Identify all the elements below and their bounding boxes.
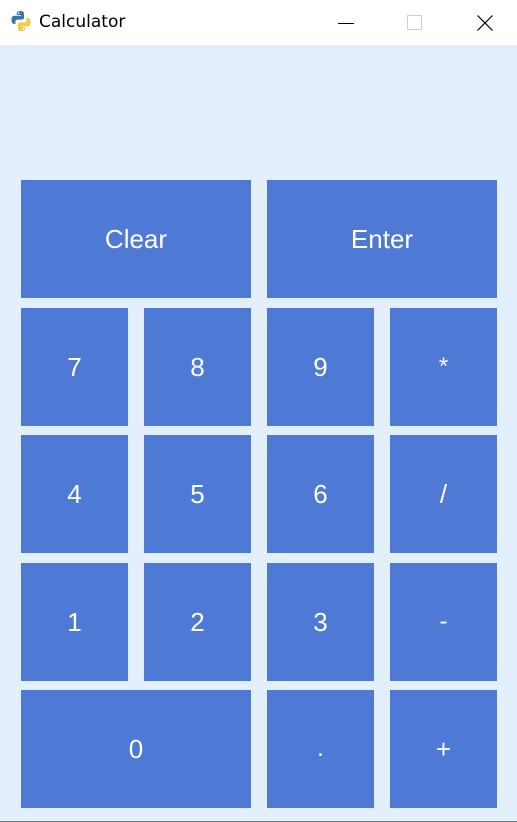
calculator-window: Calculator Clear Enter 7 8 9 * 4 5 6 / 1…	[0, 0, 517, 822]
digit-8-button[interactable]: 8	[144, 308, 251, 426]
digit-5-button[interactable]: 5	[144, 435, 251, 553]
digit-7-button[interactable]: 7	[21, 308, 128, 426]
multiply-button[interactable]: *	[390, 308, 497, 426]
digit-3-label: 3	[313, 606, 328, 637]
multiply-label: *	[438, 353, 449, 380]
digit-9-label: 9	[313, 351, 328, 382]
title-bar: Calculator	[0, 0, 517, 45]
add-label: +	[435, 733, 452, 764]
digit-9-button[interactable]: 9	[267, 308, 374, 426]
decimal-label: .	[317, 735, 324, 762]
digit-4-button[interactable]: 4	[21, 435, 128, 553]
subtract-label: -	[439, 608, 448, 635]
close-icon	[477, 14, 493, 31]
digit-1-button[interactable]: 1	[21, 563, 128, 681]
divide-label: /	[439, 478, 448, 509]
decimal-button[interactable]: .	[267, 690, 374, 808]
digit-0-label: 0	[128, 733, 144, 764]
digit-2-label: 2	[190, 606, 205, 637]
digit-2-button[interactable]: 2	[144, 563, 251, 681]
window-title: Calculator	[39, 12, 126, 32]
close-button[interactable]	[462, 0, 508, 45]
minimize-icon	[338, 22, 354, 24]
digit-0-button[interactable]: 0	[21, 690, 251, 808]
digit-4-label: 4	[67, 478, 82, 509]
enter-button[interactable]: Enter	[267, 180, 497, 298]
digit-8-label: 8	[190, 351, 205, 382]
divide-button[interactable]: /	[390, 435, 497, 553]
enter-label: Enter	[350, 223, 414, 254]
python-logo-icon	[11, 11, 31, 31]
clear-label: Clear	[104, 223, 168, 254]
maximize-icon	[407, 14, 422, 30]
digit-6-button[interactable]: 6	[267, 435, 374, 553]
add-button[interactable]: +	[390, 690, 497, 808]
minimize-button[interactable]	[323, 0, 369, 45]
digit-5-label: 5	[190, 478, 205, 509]
digit-6-label: 6	[313, 478, 328, 509]
clear-button[interactable]: Clear	[21, 180, 251, 298]
maximize-button[interactable]	[392, 0, 438, 45]
digit-1-label: 1	[67, 606, 82, 637]
subtract-button[interactable]: -	[390, 563, 497, 681]
calculator-display	[20, 60, 497, 160]
digit-3-button[interactable]: 3	[267, 563, 374, 681]
digit-7-label: 7	[67, 351, 82, 382]
